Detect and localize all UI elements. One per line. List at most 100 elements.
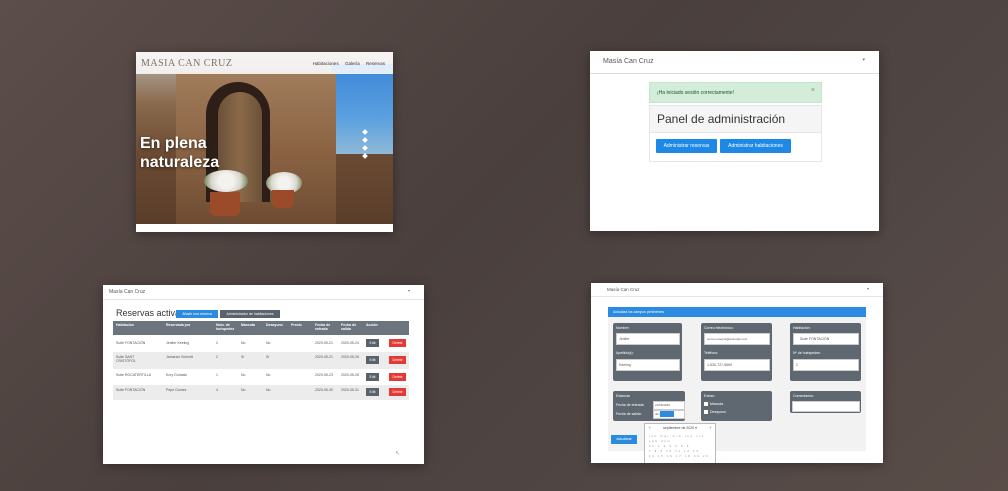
cell-room: Suite FONTACIÓN: [116, 341, 146, 345]
manage-reservations-button[interactable]: Administrar reservas: [656, 139, 717, 153]
surname-label: Apellido(s):: [616, 351, 634, 355]
extras-label: Extras:: [704, 394, 715, 398]
alert-text: ¡Ha iniciado sesión correctamente!: [657, 90, 734, 96]
edit-button[interactable]: Edit: [366, 356, 379, 364]
nav-habitaciones[interactable]: Habitaciones: [313, 61, 339, 66]
delete-button[interactable]: Delete: [389, 388, 406, 396]
cell-checkin: 2020-05-23: [315, 373, 333, 377]
phone-input[interactable]: 1-530-727-5669: [704, 359, 770, 371]
name-input[interactable]: Jenifer: [616, 333, 680, 345]
cell-breakfast: No: [266, 373, 271, 377]
cell-room: Suite FONTACIÓN: [116, 388, 146, 392]
cell-pet: No: [241, 373, 246, 377]
edit-button[interactable]: Edit: [366, 373, 379, 381]
site-nav: Habitaciones Galería Reservas: [308, 61, 385, 66]
checkout-label: Fecha de salida:: [616, 412, 642, 416]
chevron-down-icon[interactable]: ▾: [862, 57, 865, 63]
calendar-month[interactable]: septiembre de 2020 ▾: [645, 426, 715, 430]
navbar: Masía Can Cruz ▾: [591, 283, 883, 297]
panel-header: Panel de administración: [649, 105, 822, 133]
name-label: Nombre:: [616, 326, 630, 330]
surname-value: Keeling: [619, 363, 631, 367]
cell-guests: 1: [216, 373, 218, 377]
col-reserved-by: Reservada por: [166, 323, 191, 327]
room-label: Habitación:: [793, 326, 811, 330]
guests-input[interactable]: 2: [793, 359, 859, 371]
room-select[interactable]: Suite FONTACIÓN: [793, 333, 859, 345]
pot-left: [210, 192, 240, 216]
success-alert: ¡Ha iniciado sesión correctamente! ×: [649, 82, 822, 103]
contact-group: Correo electrónico: correo.reserva@examp…: [701, 323, 772, 381]
home-page-screenshot: MASIA CAN CRUZ Habitaciones Galería Rese…: [136, 52, 393, 232]
email-label: Correo electrónico:: [704, 326, 734, 330]
room-value: Suite FONTACIÓN: [800, 337, 830, 341]
calendar-weekdays: lun mar mié jue vie sáb dom: [649, 435, 705, 443]
cell-breakfast: No: [266, 341, 271, 345]
panel-actions: Administrar reservas Administrar habitac…: [649, 133, 822, 162]
cell-checkin: 2020-05-21: [315, 355, 333, 359]
cell-room: Suite SANT CRISTÒFOL: [116, 355, 137, 363]
chevron-down-icon[interactable]: ▾: [408, 288, 410, 293]
calendar-grid[interactable]: lun mar mié jue vie sáb dom 31 1 2 3 4 5…: [649, 434, 711, 459]
table-row: Suite SANT CRISTÒFOL Jamarcio Schmitt 2 …: [113, 352, 409, 369]
delete-button[interactable]: Delete: [389, 356, 406, 364]
table-row: Suite FONTACIÓN Jenifer Keeling 2 No No …: [113, 335, 409, 351]
cell-breakfast: Sí: [266, 355, 270, 359]
stay-group: Estancia: Fecha de entrada: 21/05/2020 F…: [613, 391, 685, 421]
cell-by: Jenifer Keeling: [166, 341, 190, 345]
carousel-dot[interactable]: [362, 137, 368, 143]
nav-galeria[interactable]: Galería: [345, 61, 360, 66]
navbar: Masía Can Cruz ▾: [590, 51, 879, 74]
carousel-dot[interactable]: [362, 153, 368, 159]
carousel-dot[interactable]: [362, 145, 368, 151]
cell-checkin: 2020-05-21: [315, 341, 333, 345]
pet-checkbox[interactable]: [704, 402, 708, 406]
pot-right: [272, 190, 294, 208]
col-breakfast: Desayuno: [266, 323, 283, 327]
surname-input[interactable]: Keeling: [616, 359, 680, 371]
email-value: correo.reserva@example.com: [707, 337, 748, 341]
cell-pet: No: [241, 388, 246, 392]
name-group: Nombre: Jenifer Apellido(s): Keeling: [613, 323, 682, 381]
stay-label: Estancia:: [616, 394, 631, 398]
calendar-next-icon[interactable]: ›: [709, 425, 711, 431]
carousel-dot[interactable]: [362, 129, 368, 135]
delete-button[interactable]: Delete: [389, 373, 406, 381]
col-checkout: Fecha de salida: [341, 323, 357, 331]
manage-rooms-button[interactable]: Administrador de habitaciones: [220, 310, 280, 318]
date-picker[interactable]: ‹ septiembre de 2020 ▾ › lun mar mié jue…: [644, 423, 716, 463]
cell-checkout: 2020-05-24: [341, 341, 359, 345]
name-value: Jenifer: [619, 337, 630, 341]
checkin-input[interactable]: 21/05/2020: [653, 401, 685, 410]
nav-reservas[interactable]: Reservas: [366, 61, 385, 66]
cell-by: Jamarcio Schmitt: [166, 355, 193, 359]
table-row: Suite ROCATERTILLA Kory Gorlaski 1 No No…: [113, 370, 409, 384]
cell-guests: 2: [216, 355, 218, 359]
comments-input[interactable]: [792, 401, 860, 412]
col-checkin: Fecha de entrada: [315, 323, 331, 331]
cell-pet: No: [241, 341, 246, 345]
edit-button[interactable]: Edit: [366, 339, 379, 347]
navbar-brand[interactable]: Masía Can Cruz: [603, 58, 654, 65]
mouse-cursor-icon: ↖: [395, 451, 401, 457]
pet-label: Mascota: [710, 402, 724, 406]
site-logo[interactable]: MASIA CAN CRUZ: [141, 58, 232, 69]
email-input[interactable]: correo.reserva@example.com: [704, 333, 770, 345]
cell-by: Pepe Gomez: [166, 388, 187, 392]
navbar-brand[interactable]: Masía Can Cruz: [607, 287, 640, 292]
delete-button[interactable]: Delete: [389, 339, 406, 347]
calendar-row[interactable]: 14 15 16 17 18 19 20: [649, 454, 711, 459]
edit-button[interactable]: Edit: [366, 388, 379, 396]
navbar-brand[interactable]: Masía Can Cruz: [109, 289, 145, 295]
breakfast-checkbox[interactable]: [704, 410, 708, 414]
chevron-down-icon[interactable]: ▾: [867, 286, 869, 291]
admin-panel-screenshot: Masía Can Cruz ▾ ¡Ha iniciado sesión cor…: [590, 51, 879, 231]
cell-pet: Sí: [241, 355, 245, 359]
update-button[interactable]: Actualizar: [611, 435, 637, 444]
close-icon[interactable]: ×: [811, 87, 815, 94]
manage-rooms-button[interactable]: Administrar habitaciones: [720, 139, 791, 153]
table-row: Suite FONTACIÓN Pepe Gomez 4 No No 2020-…: [113, 385, 409, 400]
add-reservation-button[interactable]: Añadir una reserva: [176, 310, 218, 318]
cell-by: Kory Gorlaski: [166, 373, 188, 377]
comments-group: Comentarios:: [790, 391, 861, 413]
